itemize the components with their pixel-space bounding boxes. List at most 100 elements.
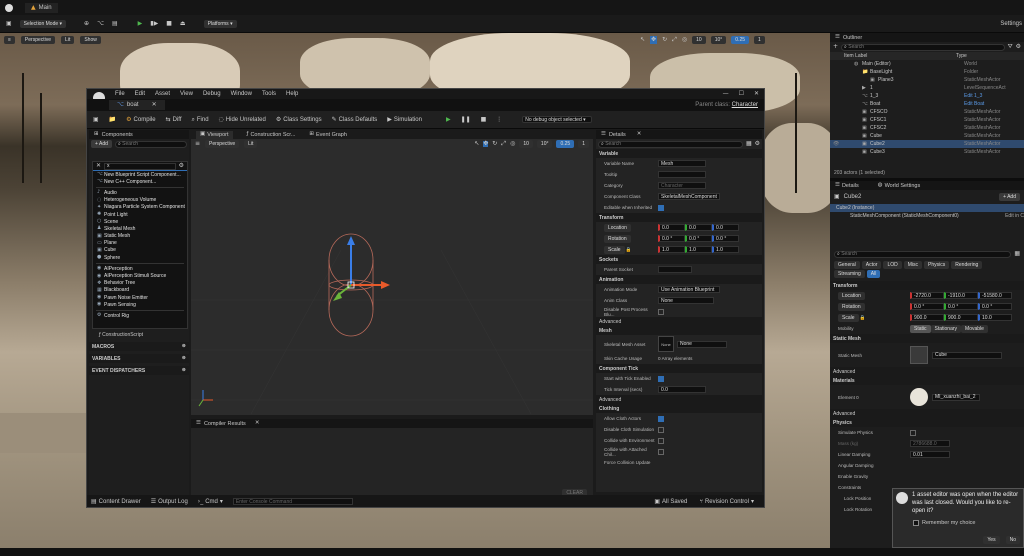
component-class-field[interactable]: SkeletalMeshComponent xyxy=(658,193,720,200)
dropdown-settings-icon[interactable]: ⚙ xyxy=(179,163,184,169)
world-icon[interactable]: ◎ xyxy=(682,37,687,43)
dropdown-item[interactable]: ❖ Behavior Tree xyxy=(93,280,187,287)
visibility-eye-icon[interactable]: 👁 xyxy=(830,141,862,147)
close-icon[interactable]: ✕ xyxy=(754,91,759,97)
menu-asset[interactable]: Asset xyxy=(155,91,170,97)
component-row[interactable]: StaticMeshComponent (StaticMeshComponent… xyxy=(830,212,1024,220)
scale-icon[interactable]: ⤢ xyxy=(501,141,506,147)
tick-section[interactable]: Component Tick xyxy=(596,364,762,373)
content-drawer-button[interactable]: ▤ Content Drawer xyxy=(91,498,141,505)
static-mesh-section[interactable]: Static Mesh xyxy=(830,334,1024,343)
mesh-picker[interactable]: Cube xyxy=(932,351,1002,359)
viewport-menu-button[interactable]: ≡ xyxy=(4,36,15,44)
component-search-input[interactable]: ⌕ Search xyxy=(114,140,187,148)
animation-section[interactable]: Animation xyxy=(596,275,762,284)
blueprint-icon[interactable]: ⌥ xyxy=(97,20,104,27)
console-input[interactable]: Enter Console Command xyxy=(232,498,353,505)
loc-x[interactable]: -2720.0 xyxy=(910,292,944,299)
menu-tools[interactable]: Tools xyxy=(262,91,276,97)
selection-mode-button[interactable]: Selection Mode ▾ xyxy=(19,19,67,28)
close-icon[interactable]: ✕ xyxy=(96,163,101,169)
bp-camera-speed[interactable]: 1 xyxy=(578,140,589,148)
close-tab-icon[interactable]: ✕ xyxy=(637,131,642,138)
var-name-field[interactable]: Mesh xyxy=(658,160,706,167)
scale-icon[interactable]: ⤢ xyxy=(672,37,677,43)
dropdown-item[interactable]: ✺ Point Light xyxy=(93,211,187,218)
outliner-tab[interactable]: ☰ Outliner xyxy=(830,33,1024,42)
viewport-menu-icon[interactable]: ≡ xyxy=(195,141,200,147)
parent-socket-field[interactable] xyxy=(658,266,692,273)
bp-advanced-expander[interactable]: Advanced xyxy=(596,317,762,326)
save-icon[interactable]: ▣ xyxy=(6,20,12,27)
skeletal-mesh-thumbnail[interactable]: None xyxy=(658,336,674,352)
tab-details[interactable]: ☰ Details xyxy=(835,182,859,189)
world-icon[interactable]: ◎ xyxy=(510,141,515,147)
all-saved-indicator[interactable]: ▣ All Saved xyxy=(654,498,687,505)
outliner-row[interactable]: ▣ CFSC1 StaticMeshActor xyxy=(830,116,1024,124)
platforms-button[interactable]: Platforms ▾ xyxy=(203,19,237,28)
menu-debug[interactable]: Debug xyxy=(203,91,221,97)
eject-icon[interactable]: ⏏ xyxy=(180,20,186,27)
mobility-stationary[interactable]: Stationary xyxy=(930,324,962,333)
stop-icon[interactable]: ■ xyxy=(166,20,172,27)
more-icon[interactable]: ⋮ xyxy=(496,116,502,123)
play-icon[interactable]: ▶ xyxy=(446,116,451,123)
add-variable-icon[interactable]: ⊕ xyxy=(182,356,186,361)
instance-row[interactable]: Cube2 (Instance) xyxy=(830,204,1024,212)
transform-section[interactable]: Transform xyxy=(830,281,1024,290)
editable-inherited-checkbox[interactable] xyxy=(658,204,664,211)
collide-env-checkbox[interactable] xyxy=(658,437,664,444)
dropdown-item[interactable]: ◉ Pawn Noise Emitter xyxy=(93,294,187,301)
variables-section[interactable]: VARIABLES ⊕ xyxy=(89,354,189,363)
class-settings-button[interactable]: ⚙ Class Settings xyxy=(276,116,322,123)
bp-lit-button[interactable]: Lit xyxy=(244,140,258,148)
location-dropdown[interactable]: Location xyxy=(838,291,865,300)
collide-attached-checkbox[interactable] xyxy=(658,448,664,455)
add-component-button[interactable]: + Add xyxy=(999,193,1020,201)
filter-general[interactable]: General xyxy=(834,260,860,269)
close-tab-icon[interactable]: ✕ xyxy=(152,102,157,108)
edit-component-link[interactable]: Edit in C xyxy=(1005,213,1024,219)
menu-view[interactable]: View xyxy=(180,91,193,97)
dropdown-item[interactable]: ▭ Plane xyxy=(93,240,187,247)
bp-scale-z[interactable]: 1.0 xyxy=(712,246,739,253)
bp-tab-2[interactable]: ⊞ Event Graph xyxy=(309,131,347,138)
rot-z[interactable]: 0.0 ° xyxy=(978,303,1012,310)
details-search-input[interactable]: ⌕ Search xyxy=(834,250,1012,258)
dropdown-item[interactable]: ⌥ New C++ Component... xyxy=(93,178,187,185)
dropdown-search-input[interactable]: x xyxy=(104,162,176,170)
filter-actor[interactable]: Actor xyxy=(861,260,882,269)
bp-transform-section[interactable]: Transform xyxy=(596,213,762,222)
settings-icon[interactable]: ⚙ xyxy=(755,141,760,147)
outliner-row[interactable]: ▣ Cube3 StaticMeshActor xyxy=(830,148,1024,156)
bp-rot-z[interactable]: 0.0 ° xyxy=(712,235,739,242)
bp-details-search-input[interactable]: ⌕ Search xyxy=(598,140,743,148)
components-tab[interactable]: ⊞ Components xyxy=(89,130,189,139)
anim-class-dropdown[interactable]: None xyxy=(658,297,714,304)
tooltip-field[interactable] xyxy=(658,171,706,178)
outliner-row-type[interactable]: Edit Boat xyxy=(964,101,984,107)
bp-angle-snap[interactable]: 10° xyxy=(536,140,553,148)
grid-view-icon[interactable]: ▦ xyxy=(746,141,752,147)
construction-script-item[interactable]: ƒ ConstructionScript xyxy=(89,330,189,340)
bp-perspective-button[interactable]: Perspective xyxy=(205,140,240,148)
grid-view-icon[interactable]: ▦ xyxy=(1014,251,1020,257)
move-gizmo[interactable] xyxy=(333,236,390,301)
move-icon[interactable]: ✥ xyxy=(483,141,489,147)
outliner-row-type[interactable]: Edit 1_3 xyxy=(964,93,982,99)
settings-button[interactable]: Settings xyxy=(1000,21,1022,27)
bp-scale-dropdown[interactable]: Scale xyxy=(604,245,625,254)
dropdown-item[interactable]: ◉ Pawn Sensing xyxy=(93,301,187,308)
filter-lod[interactable]: LOD xyxy=(883,260,902,269)
add-component-button[interactable]: + Add xyxy=(91,140,112,148)
physics-section[interactable]: Physics xyxy=(830,418,1024,427)
col-type[interactable]: Type xyxy=(956,53,967,59)
mesh-thumbnail[interactable] xyxy=(910,346,928,364)
outliner-row[interactable]: 📁 BaseLight Folder xyxy=(830,68,1024,76)
material-thumbnail[interactable] xyxy=(910,388,928,406)
maximize-icon[interactable]: ☐ xyxy=(739,91,744,97)
compiler-tab[interactable]: ☰ Compiler Results ✕ xyxy=(191,419,593,428)
browse-icon[interactable]: 📁 xyxy=(109,116,116,123)
outliner-row[interactable]: ▶ 1 LevelSequenceAct xyxy=(830,84,1024,92)
actor-name[interactable]: Cube2 xyxy=(844,194,862,200)
